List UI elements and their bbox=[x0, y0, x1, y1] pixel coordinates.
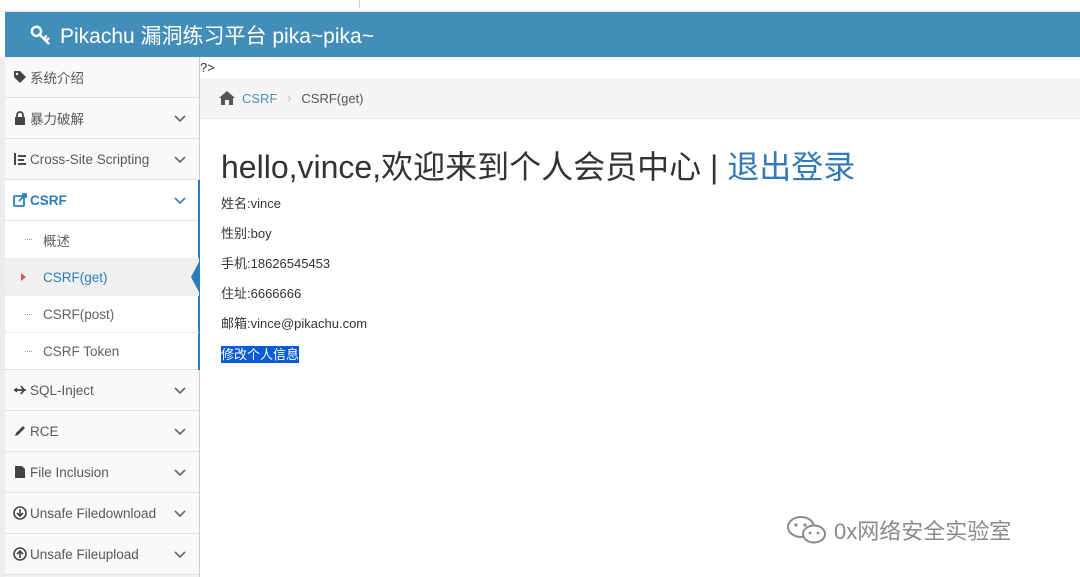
watermark-text: 0x网络安全实验室 bbox=[834, 519, 1012, 544]
brand[interactable]: Pikachu 漏洞练习平台 pika~pika~ bbox=[30, 20, 374, 50]
app-title: Pikachu 漏洞练习平台 pika~pika~ bbox=[60, 24, 374, 48]
browser-top-strip bbox=[0, 0, 1080, 12]
submenu-item-csrf-get[interactable]: CSRF(get) bbox=[5, 258, 200, 295]
tree-tick bbox=[25, 239, 32, 240]
user-gender: 性别:boy bbox=[221, 226, 272, 241]
submenu-item-label: 概述 bbox=[43, 233, 70, 249]
sidebar-item-bruteforce[interactable]: 暴力破解 bbox=[5, 98, 199, 139]
sidebar-item-label: Unsafe Fileupload bbox=[30, 546, 139, 562]
sidebar-item-label: 暴力破解 bbox=[30, 112, 84, 127]
user-email: 邮箱:vince@pikachu.com bbox=[221, 316, 368, 331]
sidebar-item-rce[interactable]: RCE bbox=[5, 411, 199, 452]
submenu-item-label: CSRF(get) bbox=[43, 269, 108, 285]
caret-right-icon bbox=[21, 273, 26, 281]
member-center: hello,vince,欢迎来到个人会员中心 | 退出登录 姓名:vince 性… bbox=[221, 146, 855, 376]
sidebar-item-label: CSRF bbox=[30, 192, 67, 208]
chevron-down-icon bbox=[174, 510, 186, 518]
sidebar-item-label: Cross-Site Scripting bbox=[30, 151, 150, 167]
pencil-icon bbox=[12, 423, 28, 439]
sidebar-item-xss[interactable]: Cross-Site Scripting bbox=[5, 139, 199, 180]
upload-icon bbox=[12, 546, 28, 562]
logout-link[interactable]: 退出登录 bbox=[727, 149, 855, 185]
chevron-down-icon bbox=[174, 115, 186, 123]
list-icon bbox=[12, 151, 28, 167]
sidebar-item-label: 系统介绍 bbox=[30, 71, 84, 86]
chevron-down-icon bbox=[174, 551, 186, 559]
tree-tick bbox=[25, 351, 32, 352]
lock-icon bbox=[12, 110, 28, 126]
tag-icon bbox=[12, 69, 28, 85]
chevron-down-icon bbox=[174, 156, 186, 164]
breadcrumb-link-csrf[interactable]: CSRF bbox=[242, 91, 277, 106]
breadcrumb: CSRF › CSRF(get) bbox=[200, 78, 1080, 119]
sidebar-item-unsafe-filedownload[interactable]: Unsafe Filedownload bbox=[5, 493, 199, 534]
submenu-item-csrf-token[interactable]: CSRF Token bbox=[5, 332, 199, 369]
sidebar-item-label: RCE bbox=[30, 423, 59, 439]
breadcrumb-separator-icon: › bbox=[287, 91, 292, 105]
tab-edge bbox=[0, 0, 360, 8]
breadcrumb-current: CSRF(get) bbox=[301, 90, 364, 106]
stray-php-text: ?> bbox=[200, 60, 215, 75]
chevron-down-icon bbox=[174, 469, 186, 477]
share-icon bbox=[12, 192, 28, 208]
active-arrow-indicator bbox=[191, 260, 200, 294]
edit-profile-link[interactable]: 修改个人信息 bbox=[221, 346, 300, 363]
key-icon bbox=[30, 25, 50, 44]
tree-tick bbox=[25, 314, 32, 315]
file-icon bbox=[12, 464, 28, 480]
sidebar-item-sqli[interactable]: SQL-Inject bbox=[5, 370, 199, 411]
page-title: hello,vince,欢迎来到个人会员中心 | 退出登录 bbox=[221, 146, 855, 188]
sidebar-item-file-inclusion[interactable]: File Inclusion bbox=[5, 452, 199, 493]
csrf-submenu: 概述 CSRF(get) CSRF(post) CSRF Token bbox=[5, 221, 200, 370]
plane-icon bbox=[12, 382, 28, 398]
sidebar-item-csrf[interactable]: CSRF bbox=[5, 180, 200, 370]
submenu-item-csrf-post[interactable]: CSRF(post) bbox=[5, 295, 199, 332]
sidebar: 系统介绍 暴力破解 Cross-Site Scripting CSRF 概述 C… bbox=[5, 57, 200, 577]
home-icon[interactable] bbox=[218, 90, 236, 106]
user-address: 住址:6666666 bbox=[221, 286, 302, 301]
submenu-item-label: CSRF(post) bbox=[43, 306, 115, 322]
chevron-down-icon bbox=[174, 428, 186, 436]
wechat-icon bbox=[787, 516, 826, 544]
greeting-text: hello,vince,欢迎来到个人会员中心 bbox=[221, 149, 702, 185]
sidebar-item-unsafe-fileupload[interactable]: Unsafe Fileupload bbox=[5, 534, 199, 575]
sidebar-item-label: Unsafe Filedownload bbox=[30, 505, 157, 521]
chevron-down-icon bbox=[174, 197, 186, 205]
user-phone: 手机:18626545453 bbox=[221, 256, 331, 271]
title-divider: | bbox=[710, 149, 719, 185]
user-name: 姓名:vince bbox=[221, 196, 281, 211]
submenu-item-overview[interactable]: 概述 bbox=[5, 221, 199, 258]
sidebar-item-intro[interactable]: 系统介绍 bbox=[5, 57, 199, 98]
navbar: Pikachu 漏洞练习平台 pika~pika~ bbox=[5, 12, 1080, 57]
sidebar-item-label: SQL-Inject bbox=[30, 382, 94, 398]
chevron-down-icon bbox=[174, 387, 186, 395]
user-info: 姓名:vince 性别:boy 手机:18626545453 住址:666666… bbox=[221, 196, 855, 376]
download-icon bbox=[12, 505, 28, 521]
submenu-item-label: CSRF Token bbox=[43, 343, 120, 359]
watermark: 0x网络安全实验室 bbox=[786, 514, 1011, 546]
sidebar-item-label: File Inclusion bbox=[30, 464, 109, 480]
